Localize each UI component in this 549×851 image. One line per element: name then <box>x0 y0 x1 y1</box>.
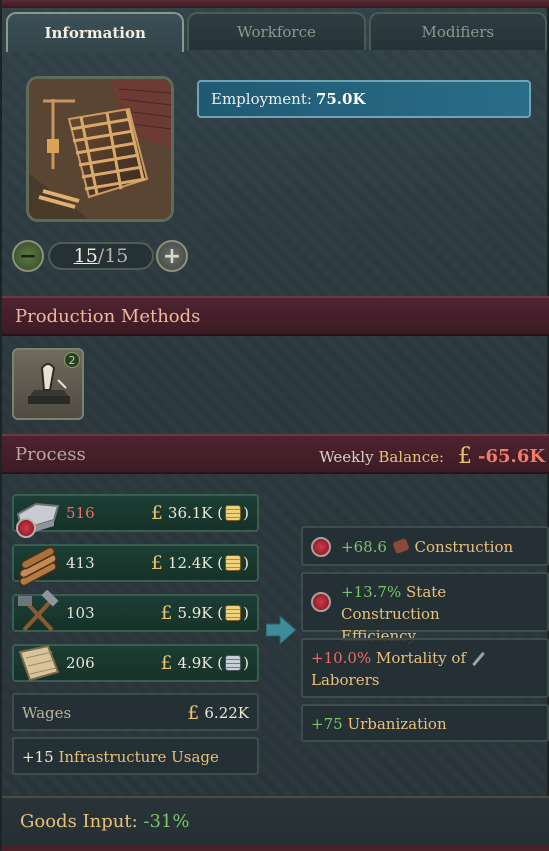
weekly-balance-label-suffix: Balance: <box>378 447 445 466</box>
output-value: +13.7% <box>341 583 402 601</box>
input-price-value: 36.1K <box>167 504 213 522</box>
output-text: +68.6 Construction <box>341 536 513 558</box>
tab-modifiers[interactable]: Modifiers <box>368 12 547 50</box>
wages-value: £ 6.22K <box>187 702 249 724</box>
process-title: Process <box>15 443 86 465</box>
level-max: 15 <box>104 245 129 267</box>
production-methods-title: Production Methods <box>15 305 201 327</box>
tools-icon <box>18 590 59 632</box>
level-display: 15 / 15 <box>48 242 154 270</box>
input-price: £ 5.9K () <box>160 602 249 624</box>
input-amount: 413 <box>66 554 95 572</box>
output-icon <box>311 537 331 557</box>
fabric-icon <box>18 644 60 682</box>
output-construction[interactable]: +68.6 Construction <box>301 526 549 566</box>
pound-icon: £ <box>160 652 173 674</box>
input-amount: 516 <box>66 504 95 522</box>
tab-workforce[interactable]: Workforce <box>187 12 366 50</box>
pound-icon: £ <box>187 702 200 724</box>
output-label: Urbanization <box>347 715 447 733</box>
output-state-construction-efficiency[interactable]: +13.7% State Construction Efficiency <box>301 572 549 645</box>
infrastructure-row[interactable]: +15 Infrastructure Usage <box>12 737 259 775</box>
gold-coin-icon <box>225 605 242 621</box>
wood-icon <box>19 546 57 587</box>
input-amount: 103 <box>66 604 95 622</box>
infrastructure-label: Infrastructure Usage <box>58 748 219 766</box>
wages-amount: 6.22K <box>204 704 249 722</box>
output-urbanization[interactable]: +75 Urbanization <box>301 704 549 742</box>
goods-input-value: -31% <box>143 811 190 832</box>
pound-icon: £ <box>150 502 163 524</box>
tab-information[interactable]: Information <box>6 12 185 52</box>
building-image <box>26 76 174 222</box>
arrow-right-icon <box>266 616 296 644</box>
top-border <box>2 0 549 8</box>
shovel-icon <box>471 651 485 667</box>
wages-label: Wages <box>22 704 72 722</box>
silver-coin-icon <box>225 655 242 671</box>
increase-level-button[interactable]: + <box>156 240 188 272</box>
gold-coin-icon <box>225 505 242 521</box>
method-count-badge: 2 <box>64 352 80 368</box>
output-text: +75 Urbanization <box>311 713 447 735</box>
input-wood[interactable]: 413 £ 12.4K () <box>12 544 259 587</box>
pound-icon: £ <box>150 552 163 574</box>
input-tools[interactable]: 103 £ 5.9K () <box>12 590 259 632</box>
infrastructure-text: +15 Infrastructure Usage <box>22 748 219 766</box>
input-price-value: 5.9K <box>177 604 213 622</box>
input-iron[interactable]: 516 £ 36.1K () <box>12 494 259 538</box>
output-label: Mortality of <box>376 649 466 667</box>
decrease-level-button[interactable]: − <box>12 240 44 272</box>
input-price-value: 4.9K <box>177 654 213 672</box>
employment-bar[interactable]: Employment: 75.0K <box>197 80 531 118</box>
output-icon <box>311 592 331 612</box>
infrastructure-value: +15 <box>22 748 54 766</box>
bottom-border <box>2 846 549 851</box>
weekly-balance-label-prefix: Weekly <box>319 447 374 466</box>
input-amount: 206 <box>66 654 95 672</box>
plus-icon: + <box>162 243 182 269</box>
employment-label: Employment: <box>211 90 312 108</box>
input-price: £ 12.4K () <box>150 552 249 574</box>
pound-icon: £ <box>458 444 473 469</box>
employment-value: 75.0K <box>315 90 366 108</box>
minus-icon: − <box>18 243 38 269</box>
output-value: +10.0% <box>311 649 372 667</box>
shortage-icon <box>16 518 36 538</box>
wages-row[interactable]: Wages £ 6.22K <box>12 693 259 731</box>
process-header: Process Weekly Balance: £ -65.6K <box>2 434 549 474</box>
input-price-value: 12.4K <box>167 554 213 572</box>
input-fabric[interactable]: 206 £ 4.9K () <box>12 644 259 682</box>
input-price: £ 4.9K () <box>160 652 249 674</box>
goods-input-label: Goods Input: <box>20 811 138 832</box>
level-current: 15 <box>73 245 98 267</box>
goods-input-footer: Goods Input: -31% <box>2 796 549 846</box>
production-methods-header: Production Methods <box>2 296 549 336</box>
output-mortality-of-laborers[interactable]: +10.0% Mortality of Laborers <box>301 638 549 698</box>
output-label: Construction <box>414 538 514 556</box>
output-value: +68.6 <box>341 538 387 556</box>
weekly-balance-value: -65.6K <box>478 446 545 467</box>
production-method-button[interactable]: 2 <box>12 348 84 420</box>
output-text: +10.0% Mortality of Laborers <box>311 647 485 691</box>
input-price: £ 36.1K () <box>150 502 249 524</box>
level-control: − 15 / 15 + <box>12 238 188 274</box>
output-label-line2: Laborers <box>311 671 380 689</box>
weekly-balance-label: Weekly Balance: <box>319 448 444 466</box>
pound-icon: £ <box>160 602 173 624</box>
construction-icon <box>392 537 410 555</box>
output-value: +75 <box>311 715 343 733</box>
tab-bar: Information Workforce Modifiers <box>6 12 547 52</box>
goods-input-text[interactable]: Goods Input: -31% <box>20 811 189 832</box>
building-panel: Information Workforce Modifiers − 15 / 1… <box>0 0 549 851</box>
weekly-balance[interactable]: Weekly Balance: £ -65.6K <box>319 444 545 469</box>
gold-coin-icon <box>225 555 242 571</box>
